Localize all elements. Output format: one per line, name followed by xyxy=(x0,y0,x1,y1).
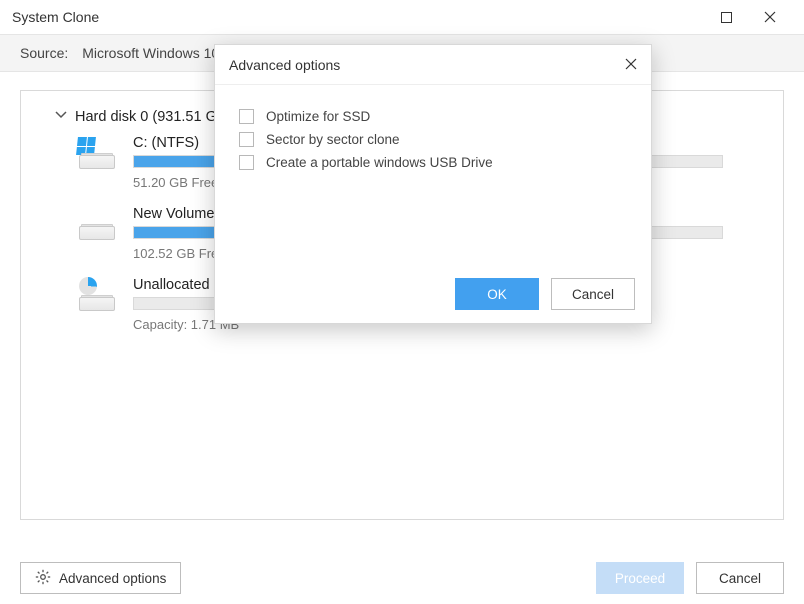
advanced-options-button[interactable]: Advanced options xyxy=(20,562,181,594)
disk-icon xyxy=(79,279,115,315)
option-sector-by-sector[interactable]: Sector by sector clone xyxy=(239,132,627,147)
option-portable-usb[interactable]: Create a portable windows USB Drive xyxy=(239,155,627,170)
disk-name: Hard disk 0 (931.51 GB) xyxy=(75,109,231,125)
cancel-button[interactable]: Cancel xyxy=(696,562,784,594)
proceed-button[interactable]: Proceed xyxy=(596,562,684,594)
close-button[interactable] xyxy=(748,0,792,34)
disk-icon xyxy=(79,137,115,173)
option-optimize-ssd[interactable]: Optimize for SSD xyxy=(239,109,627,124)
option-label: Create a portable windows USB Drive xyxy=(266,155,493,170)
checkbox-icon xyxy=(239,155,254,170)
source-value: Microsoft Windows 10 xyxy=(82,45,219,61)
titlebar: System Clone xyxy=(0,0,804,34)
source-label: Source: xyxy=(20,45,68,61)
window-title: System Clone xyxy=(12,9,99,25)
advanced-options-label: Advanced options xyxy=(59,571,166,586)
option-label: Optimize for SSD xyxy=(266,109,370,124)
dialog-close-button[interactable] xyxy=(625,57,637,73)
dialog-title: Advanced options xyxy=(229,57,340,73)
gear-icon xyxy=(35,569,51,588)
advanced-options-dialog: Advanced options Optimize for SSD Sector… xyxy=(214,44,652,324)
dialog-cancel-button[interactable]: Cancel xyxy=(551,278,635,310)
maximize-button[interactable] xyxy=(704,0,748,34)
disk-icon xyxy=(79,208,115,244)
pie-icon xyxy=(79,277,97,295)
checkbox-icon xyxy=(239,132,254,147)
dialog-titlebar: Advanced options xyxy=(215,45,651,85)
checkbox-icon xyxy=(239,109,254,124)
footer: Advanced options Proceed Cancel xyxy=(0,552,804,604)
chevron-down-icon xyxy=(55,109,67,125)
dialog-ok-button[interactable]: OK xyxy=(455,278,539,310)
option-label: Sector by sector clone xyxy=(266,132,400,147)
